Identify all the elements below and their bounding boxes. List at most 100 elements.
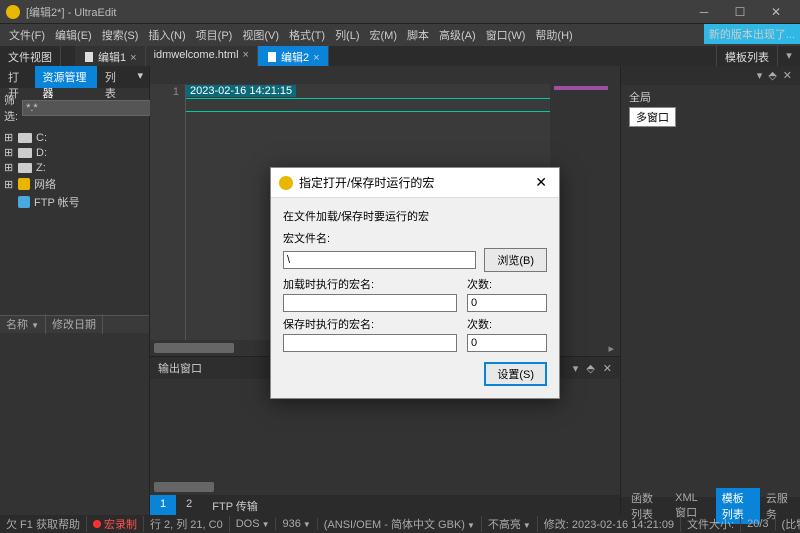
panel-close-icon[interactable]: ✕ xyxy=(603,362,612,375)
onload-label: 加载时执行的宏名: xyxy=(283,276,457,292)
status-encoding[interactable]: (ANSI/OEM - 简体中文 GBK)▼ xyxy=(318,516,482,532)
close-icon[interactable]: × xyxy=(130,52,136,64)
status-compare: (比特/...) xyxy=(776,516,800,532)
tree-item-drive-d[interactable]: ⊞D: xyxy=(4,145,145,160)
menu-search[interactable]: 搜索(S) xyxy=(97,25,144,45)
onload-count-input[interactable] xyxy=(467,294,547,312)
set-button[interactable]: 设置(S) xyxy=(484,362,547,386)
panel-close-icon[interactable]: ✕ xyxy=(783,69,792,82)
left-tab-explorer[interactable]: 资源管理器 xyxy=(35,66,97,88)
status-codepage[interactable]: 936▼ xyxy=(276,518,317,530)
count2-label: 次数: xyxy=(467,316,547,332)
tree-item-drive-c[interactable]: ⊞C: xyxy=(4,130,145,145)
close-icon[interactable]: × xyxy=(243,49,249,61)
left-tab-list[interactable]: 列表 xyxy=(97,66,132,88)
right-panel: ▾ ⬘ ✕ 全局 多窗口 函数列表 XML 窗口 模板列表 云服务 xyxy=(620,66,800,515)
right-footer-tabs: 函数列表 XML 窗口 模板列表 云服务 xyxy=(621,497,800,515)
multiwindow-item[interactable]: 多窗口 xyxy=(629,107,676,127)
menu-insert[interactable]: 插入(N) xyxy=(143,25,190,45)
left-tab-open[interactable]: 打开 xyxy=(0,66,35,88)
menu-window[interactable]: 窗口(W) xyxy=(481,25,531,45)
status-modified: 修改: 2023-02-16 14:21:09 xyxy=(538,516,681,532)
new-version-banner[interactable]: 新的版本出现了... xyxy=(704,24,800,44)
right-body: 全局 多窗口 xyxy=(621,85,800,497)
menu-column[interactable]: 列(L) xyxy=(330,25,364,45)
panel-menu-icon[interactable]: ▾ xyxy=(778,46,800,66)
status-lineend[interactable]: DOS▼ xyxy=(230,518,277,530)
network-icon xyxy=(18,178,30,190)
menu-project[interactable]: 项目(P) xyxy=(191,25,238,45)
status-filesize: 文件大小: xyxy=(681,516,741,532)
tree-item-network[interactable]: ⊞网络 xyxy=(4,175,145,193)
dialog-close-icon[interactable]: ✕ xyxy=(531,174,551,191)
editor-line: 2023-02-16 14:21:15 xyxy=(186,85,296,97)
maximize-button[interactable]: ☐ xyxy=(722,2,758,22)
menu-macro[interactable]: 宏(M) xyxy=(365,25,403,45)
left-panel: 打开 资源管理器 列表 ▾ 筛选: ▾ 📁 ⊞C: ⊞D: ⊞Z: ⊞网络 FT… xyxy=(0,66,150,515)
status-help: 欠 F1 获取帮助 xyxy=(0,516,87,532)
tree-item-ftp[interactable]: FTP 帐号 xyxy=(4,193,145,211)
status-ratio: 20/3 xyxy=(741,518,775,530)
status-position: 行 2, 列 21, C0 xyxy=(144,516,230,532)
output-hscroll[interactable] xyxy=(150,479,620,495)
status-recording[interactable]: 宏录制 xyxy=(87,516,144,532)
macfile-input[interactable] xyxy=(283,251,476,269)
output-tab-2[interactable]: 2 xyxy=(176,495,202,515)
col-date[interactable]: 修改日期 xyxy=(46,314,103,334)
panel-options-icon[interactable]: ▾ xyxy=(131,66,149,88)
output-tab-ftp[interactable]: FTP 传输 xyxy=(202,495,268,515)
tab-idm[interactable]: idmwelcome.html× xyxy=(146,46,258,66)
templates-label[interactable]: 模板列表 xyxy=(716,46,778,66)
menu-format[interactable]: 格式(T) xyxy=(284,25,330,45)
menu-view[interactable]: 视图(V) xyxy=(237,25,284,45)
onsave-input[interactable] xyxy=(283,334,457,352)
output-tab-1[interactable]: 1 xyxy=(150,495,176,515)
status-highlight[interactable]: 不高亮▼ xyxy=(482,516,538,532)
left-tabs: 打开 资源管理器 列表 ▾ xyxy=(0,66,149,88)
tab-edit2[interactable]: 编辑2× xyxy=(258,46,329,66)
menu-file[interactable]: 文件(F) xyxy=(4,25,50,45)
browse-button[interactable]: 浏览(B) xyxy=(484,248,547,272)
panel-dropdown-icon[interactable]: ▾ xyxy=(757,69,763,82)
menu-help[interactable]: 帮助(H) xyxy=(530,25,577,45)
dialog-icon xyxy=(279,176,293,190)
ruler xyxy=(150,66,620,84)
filter-row: 筛选: ▾ 📁 xyxy=(0,88,149,128)
menu-script[interactable]: 脚本 xyxy=(402,25,434,45)
close-button[interactable]: ✕ xyxy=(758,2,794,22)
file-tree[interactable]: ⊞C: ⊞D: ⊞Z: ⊞网络 FTP 帐号 xyxy=(0,128,149,315)
output-tabs: 1 2 FTP 传输 xyxy=(150,495,620,515)
panel-dropdown-icon[interactable]: ▾ xyxy=(573,362,579,375)
app-icon xyxy=(6,5,20,19)
tab-edit1[interactable]: 编辑1× xyxy=(75,46,146,66)
tree-item-drive-z[interactable]: ⊞Z: xyxy=(4,160,145,175)
minimize-button[interactable]: ─ xyxy=(686,2,722,22)
window-buttons: ─ ☐ ✕ xyxy=(686,2,794,22)
right-header: ▾ ⬘ ✕ xyxy=(621,66,800,85)
global-label: 全局 xyxy=(629,89,792,105)
macro-dialog: 指定打开/保存时运行的宏 ✕ 在文件加载/保存时要运行的宏 宏文件名: 浏览(B… xyxy=(270,167,560,399)
filter-label: 筛选: xyxy=(4,92,18,124)
drive-icon xyxy=(18,148,32,158)
minimap[interactable] xyxy=(550,84,620,340)
col-name[interactable]: 名称 ▼ xyxy=(0,314,46,334)
dialog-title: 指定打开/保存时运行的宏 xyxy=(299,174,531,191)
left-columns: 名称 ▼ 修改日期 xyxy=(0,315,149,333)
cursor-line xyxy=(186,98,550,112)
dialog-footer: 设置(S) xyxy=(271,362,559,398)
drive-icon xyxy=(18,133,32,143)
menu-edit[interactable]: 编辑(E) xyxy=(50,25,97,45)
ftp-icon xyxy=(18,196,30,208)
panel-pin-icon[interactable]: ⬘ xyxy=(586,362,594,375)
fileview-label: 文件视图 xyxy=(0,46,61,66)
menubar: 文件(F) 编辑(E) 搜索(S) 插入(N) 项目(P) 视图(V) 格式(T… xyxy=(0,24,800,46)
menu-advanced[interactable]: 高级(A) xyxy=(434,25,481,45)
onsave-count-input[interactable] xyxy=(467,334,547,352)
close-icon[interactable]: × xyxy=(313,52,319,64)
panel-pin-icon[interactable]: ⬘ xyxy=(768,69,776,82)
file-icon xyxy=(83,51,95,63)
onload-input[interactable] xyxy=(283,294,457,312)
macfile-label: 宏文件名: xyxy=(283,230,547,246)
dialog-titlebar[interactable]: 指定打开/保存时运行的宏 ✕ xyxy=(271,168,559,198)
file-icon xyxy=(266,51,278,63)
